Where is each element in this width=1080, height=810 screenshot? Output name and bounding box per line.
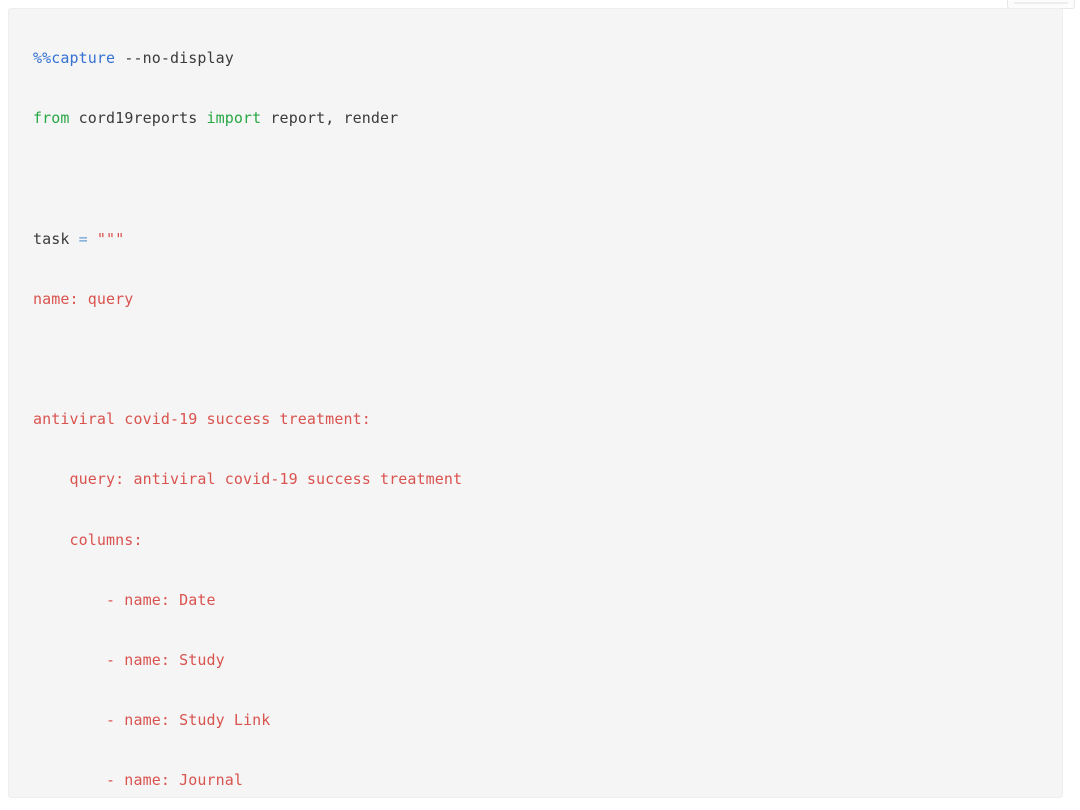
code-line-4: task = """ — [9, 224, 1062, 254]
page-root: %%capture --no-display from cord19report… — [0, 0, 1080, 810]
code-line-5: name: query — [9, 284, 1062, 314]
token-assign-operator: = — [78, 229, 88, 248]
toolbar-remnant-bar — [1014, 2, 1068, 4]
token-yaml-name: name: query — [33, 289, 134, 308]
code-line-10: - name: Date — [9, 585, 1062, 615]
token-yaml-column-study-link: - name: Study Link — [33, 711, 271, 730]
token-keyword-import: import — [206, 109, 262, 128]
token-magic-arg: --no-display — [115, 49, 234, 67]
code-line-7: antiviral covid-19 success treatment: — [9, 404, 1062, 434]
code-editor-area[interactable]: %%capture --no-display from cord19report… — [9, 9, 1062, 797]
token-keyword-from: from — [33, 109, 70, 128]
code-line-1: %%capture --no-display — [9, 43, 1062, 73]
code-line-6-blank — [9, 344, 1062, 374]
code-line-13: - name: Journal — [9, 765, 1062, 795]
token-yaml-column-journal: - name: Journal — [33, 771, 244, 790]
code-line-11: - name: Study — [9, 645, 1062, 675]
code-line-8: query: antiviral covid-19 success treatm… — [9, 464, 1062, 494]
token-yaml-columns-key: columns: — [33, 530, 143, 549]
token-yaml-report-key: antiviral covid-19 success treatment: — [33, 410, 371, 429]
token-triple-quote-open: """ — [87, 229, 125, 248]
token-yaml-query: query: antiviral covid-19 success treatm… — [33, 470, 463, 489]
token-imported-names: report, render — [261, 109, 399, 128]
code-line-12: - name: Study Link — [9, 705, 1062, 735]
code-line-9: columns: — [9, 525, 1062, 555]
token-variable-task: task — [33, 229, 79, 248]
token-yaml-column-date: - name: Date — [33, 590, 216, 609]
code-line-3-blank — [9, 163, 1062, 193]
code-cell[interactable]: %%capture --no-display from cord19report… — [8, 8, 1063, 798]
token-yaml-column-study: - name: Study — [33, 650, 225, 669]
code-line-2: from cord19reports import report, render — [9, 103, 1062, 133]
token-module-name: cord19reports — [69, 109, 207, 128]
token-cell-magic: %%capture — [33, 49, 116, 67]
